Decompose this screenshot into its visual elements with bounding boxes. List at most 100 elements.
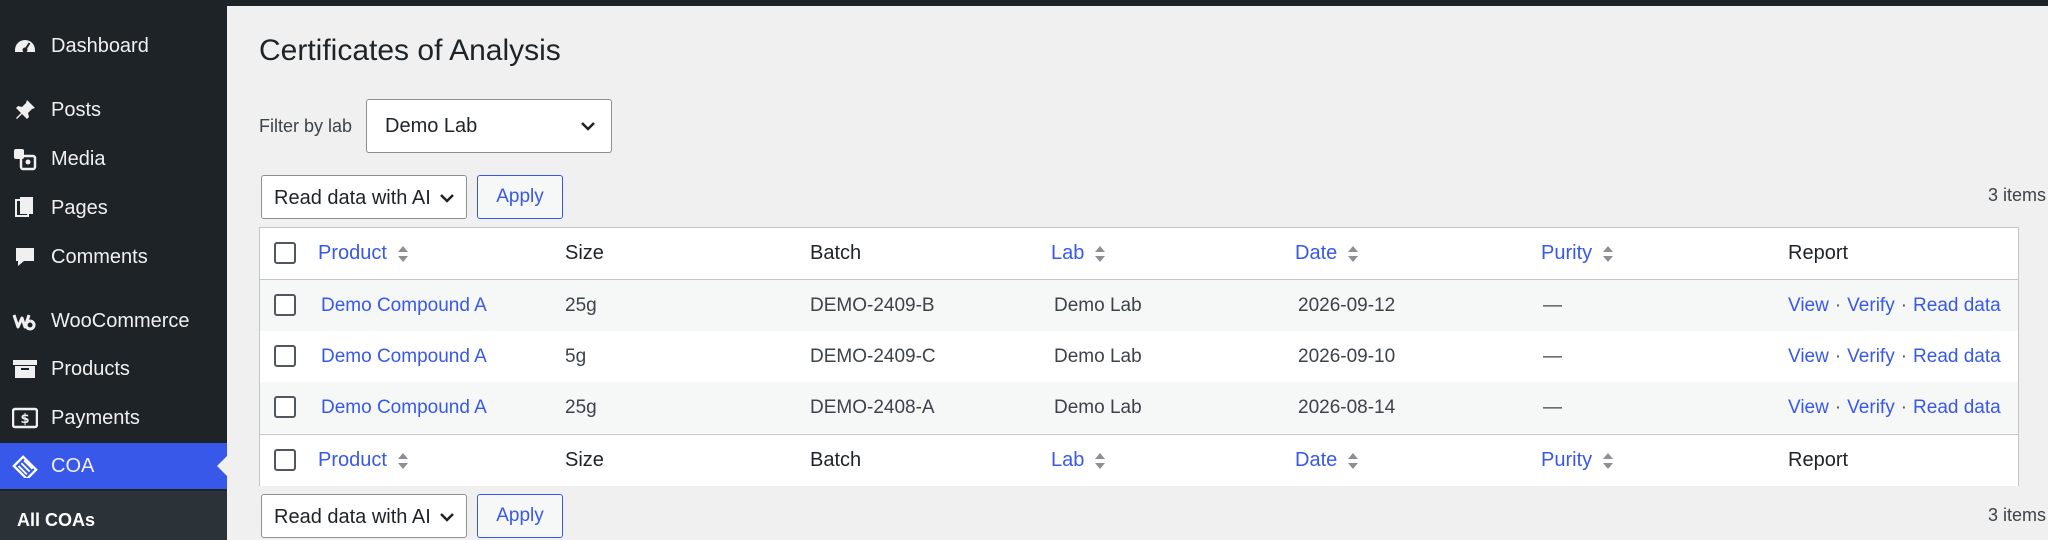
purity-cell: — [1543,396,1562,418]
verify-link[interactable]: Verify [1847,295,1895,317]
sort-icon [1347,244,1359,264]
view-link[interactable]: View [1788,397,1829,419]
date-cell: 2026-08-14 [1298,396,1396,418]
apply-button-top[interactable]: Apply [477,175,563,219]
read-data-link[interactable]: Read data [1913,295,2001,317]
filter-label: Filter by lab [259,116,353,136]
read-data-link[interactable]: Read data [1913,346,2001,368]
row-checkbox[interactable] [274,345,296,367]
main-content: Certificates of Analysis Filter by lab D… [227,6,2048,540]
bulk-action-value: Read data with AI [274,506,431,528]
row-checkbox[interactable] [274,396,296,418]
product-link[interactable]: Demo Compound A [321,346,487,368]
view-link[interactable]: View [1788,346,1829,368]
sidebar-item-label: WooCommerce [51,309,190,332]
sidebar-item-pages[interactable]: Pages [0,185,227,231]
sidebar-item-label: Products [51,357,130,380]
media-icon [12,147,38,171]
bulk-action-select-bottom[interactable]: Read data with AI [261,494,467,538]
lab-cell: Demo Lab [1054,396,1142,418]
verify-link[interactable]: Verify [1847,397,1895,419]
items-count-top: 3 items [1987,185,2046,205]
report-links: View · Verify · Read data [1788,294,2001,317]
sidebar-item-label: Comments [51,245,148,268]
chevron-down-icon [579,117,597,140]
purity-cell: — [1543,294,1562,316]
verify-link[interactable]: Verify [1847,346,1895,368]
size-cell: 25g [565,396,597,418]
row-checkbox[interactable] [274,294,296,316]
sort-icon [1602,451,1614,471]
sort-icon [1094,244,1106,264]
product-link[interactable]: Demo Compound A [321,397,487,419]
lab-cell: Demo Lab [1054,345,1142,367]
sidebar-item-woocommerce[interactable]: WooCommerce [0,298,227,344]
select-all-checkbox[interactable] [274,242,296,264]
sidebar-item-comments[interactable]: Comments [0,234,227,280]
date-cell: 2026-09-10 [1298,345,1396,367]
date-cell: 2026-09-12 [1298,294,1396,316]
column-header-batch: Batch [810,242,862,264]
table-header-row: Product Size Batch Lab Date Purity Repor… [260,228,2018,280]
sidebar-item-payments[interactable]: $ Payments [0,395,227,441]
column-header-date[interactable]: Date [1295,228,1359,279]
svg-text:$: $ [20,412,29,427]
batch-cell: DEMO-2409-C [810,345,936,367]
column-footer-purity[interactable]: Purity [1541,435,1614,486]
submenu-item-all-coas[interactable]: All COAs [17,510,95,531]
sidebar-item-label: Media [51,147,106,170]
sidebar-item-coa[interactable]: COA [0,443,227,489]
purity-cell: — [1543,345,1562,367]
chevron-down-icon [438,189,456,212]
sort-icon [1094,451,1106,471]
sidebar-item-label: Pages [51,196,108,219]
pages-icon [12,196,38,220]
read-data-link[interactable]: Read data [1913,397,2001,419]
product-link[interactable]: Demo Compound A [321,295,487,317]
column-header-size: Size [565,242,604,264]
column-footer-report: Report [1788,449,1849,471]
column-footer-product[interactable]: Product [318,435,409,486]
sidebar-submenu: All COAs [0,491,227,540]
table-footer-row: Product Size Batch Lab Date Purity Repor… [260,434,2018,486]
column-header-product[interactable]: Product [318,228,409,279]
coa-icon [12,454,38,478]
sidebar-item-label: Payments [51,406,140,429]
sidebar-item-posts[interactable]: Posts [0,87,227,133]
column-footer-size: Size [565,449,604,471]
size-cell: 25g [565,294,597,316]
chevron-down-icon [438,508,456,531]
dashboard-icon [12,34,38,58]
comment-icon [12,245,38,269]
sort-icon [397,244,409,264]
select-all-checkbox-footer[interactable] [274,449,296,471]
bulk-action-select-top[interactable]: Read data with AI [261,175,467,219]
sidebar-item-products[interactable]: Products [0,346,227,392]
bulk-action-value: Read data with AI [274,187,431,209]
sort-icon [1347,451,1359,471]
table-row: Demo Compound A 5g DEMO-2409-C Demo Lab … [260,331,2018,382]
sort-icon [1602,244,1614,264]
column-footer-lab[interactable]: Lab [1051,435,1106,486]
table-row: Demo Compound A 25g DEMO-2409-B Demo Lab… [260,280,2018,331]
column-header-lab[interactable]: Lab [1051,228,1106,279]
sort-icon [397,451,409,471]
woocommerce-icon [12,309,38,333]
report-links: View · Verify · Read data [1788,396,2001,419]
column-footer-batch: Batch [810,449,862,471]
lab-cell: Demo Lab [1054,294,1142,316]
archive-icon [12,357,38,381]
sidebar-item-dashboard[interactable]: Dashboard [0,23,227,69]
sidebar-item-label: COA [51,454,95,477]
column-header-purity[interactable]: Purity [1541,228,1614,279]
column-footer-date[interactable]: Date [1295,435,1359,486]
batch-cell: DEMO-2409-B [810,294,935,316]
sidebar-item-media[interactable]: Media [0,136,227,182]
lab-filter-select[interactable]: Demo Lab [366,99,612,153]
lab-filter-value: Demo Lab [385,115,478,137]
apply-button-bottom[interactable]: Apply [477,494,563,538]
size-cell: 5g [565,345,587,367]
report-links: View · Verify · Read data [1788,345,2001,368]
view-link[interactable]: View [1788,295,1829,317]
sidebar-item-label: Dashboard [51,34,149,57]
